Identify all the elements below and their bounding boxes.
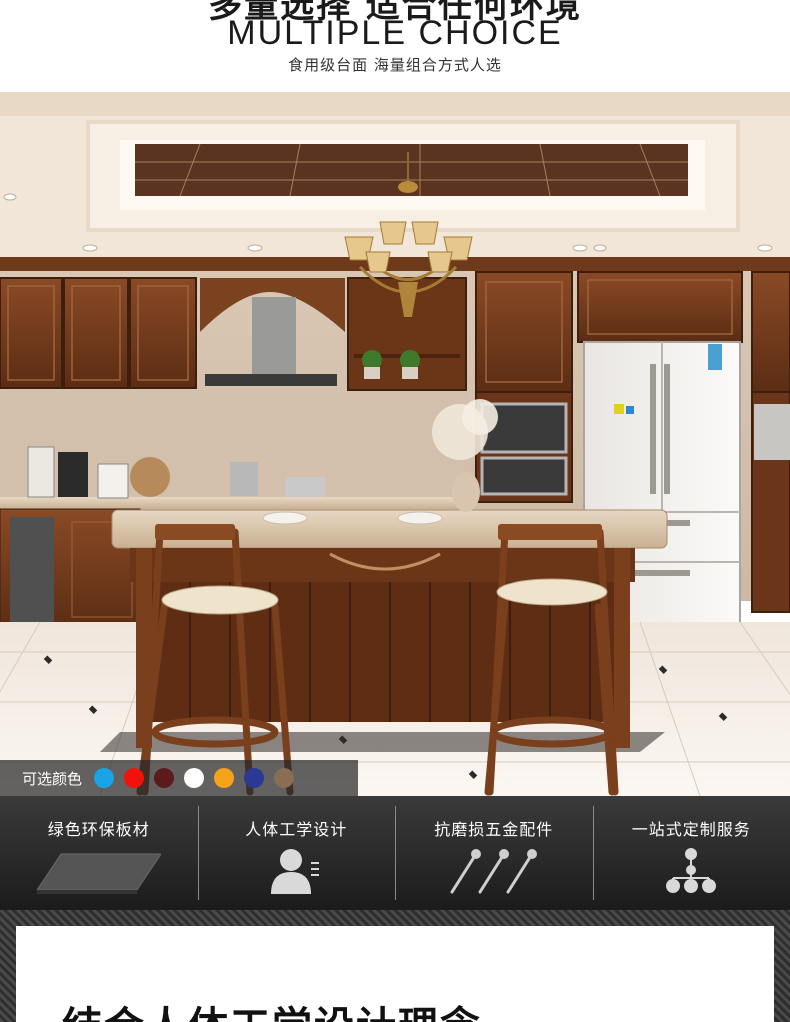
feature-label: 抗磨损五金配件 [434,820,554,839]
content-panel: 结合人体工学设计理念 [16,926,774,1022]
color-options-bar: 可选颜色 [0,760,358,796]
color-options-label: 可选颜色 [22,769,83,788]
org-chart-icon [666,848,717,898]
color-swatch[interactable] [184,768,205,788]
header-title-en: MULTIPLE CHOICE [227,14,563,52]
feature-hardware: 抗磨损五金配件 [395,796,593,910]
kitchen-photo [0,92,790,796]
color-swatch[interactable] [154,768,175,788]
page-header: 多量选择 适合任何环境 MULTIPLE CHOICE 食用级台面 海量组合方式… [0,0,790,92]
color-swatch[interactable] [244,768,265,788]
color-swatch-list [94,768,304,788]
color-swatch[interactable] [94,768,115,788]
person-icon [271,848,321,900]
feature-ergonomic: 人体工学设计 [197,796,396,910]
header-subtitle: 食用级台面 海量组合方式人选 [288,56,502,74]
feature-eco-board: 绿色环保板材 [0,796,198,910]
feature-label: 人体工学设计 [245,820,348,839]
feature-label: 绿色环保板材 [47,820,150,839]
feature-label: 一站式定制服务 [631,820,751,839]
color-swatch[interactable] [274,768,295,788]
feature-strip: 绿色环保板材 人体工学设计 抗磨损五金配件 一站式定制服务 [0,796,790,910]
panel-title: 结合人体工学设计理念 [62,994,482,1022]
color-swatch[interactable] [124,768,145,788]
board-icon [35,848,162,900]
feature-one-stop: 一站式定制服务 [592,796,790,910]
color-swatch[interactable] [214,768,235,788]
screws-icon [446,848,542,900]
